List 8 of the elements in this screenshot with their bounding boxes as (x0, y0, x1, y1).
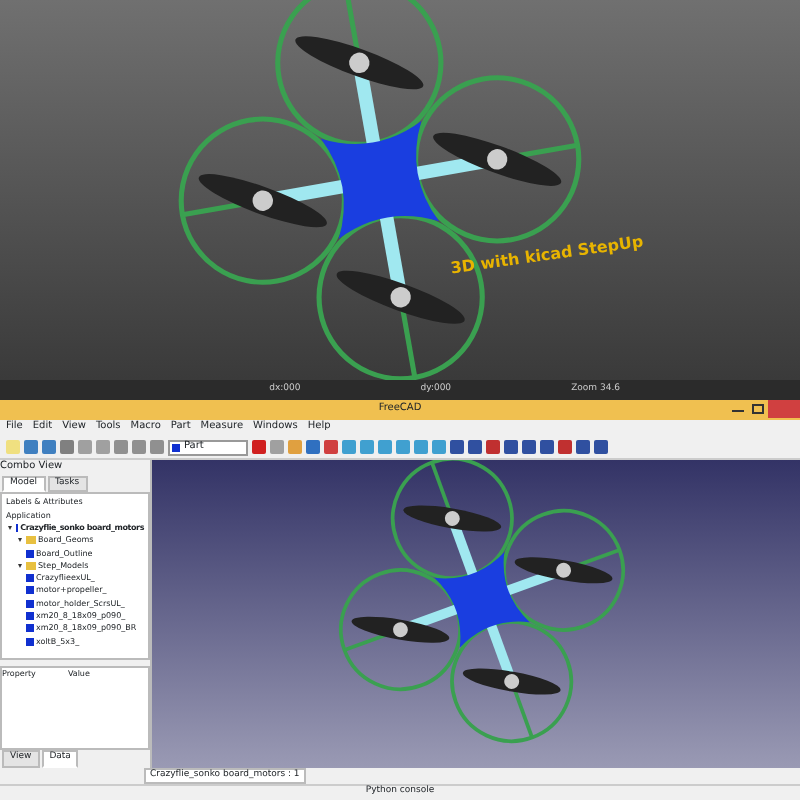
expand-arrow[interactable] (8, 525, 12, 530)
folder-icon (26, 536, 36, 545)
folder-icon (26, 561, 36, 570)
expand-arrow[interactable] (18, 563, 22, 568)
render-caption: 3D with kicad StepUp (449, 230, 645, 282)
maximize-button[interactable] (752, 404, 764, 414)
expand-arrow[interactable] (18, 538, 22, 543)
part-icon (26, 549, 34, 558)
